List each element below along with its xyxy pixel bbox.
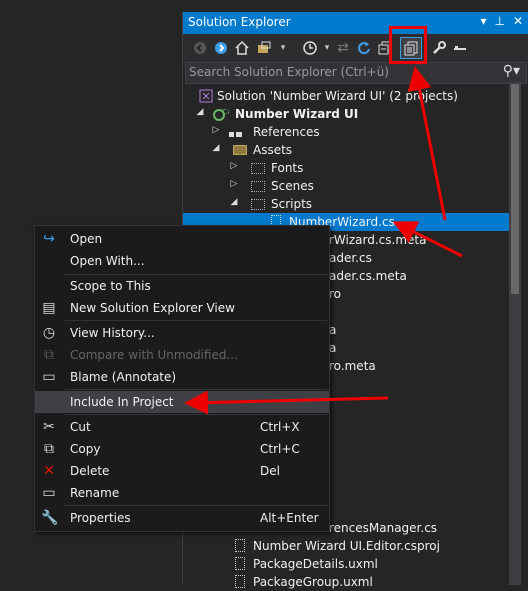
annotation-arrows	[184, 66, 463, 415]
annotation-arrow	[184, 390, 389, 415]
annotation-arrow	[392, 221, 463, 258]
annotation-arrow	[407, 66, 447, 221]
